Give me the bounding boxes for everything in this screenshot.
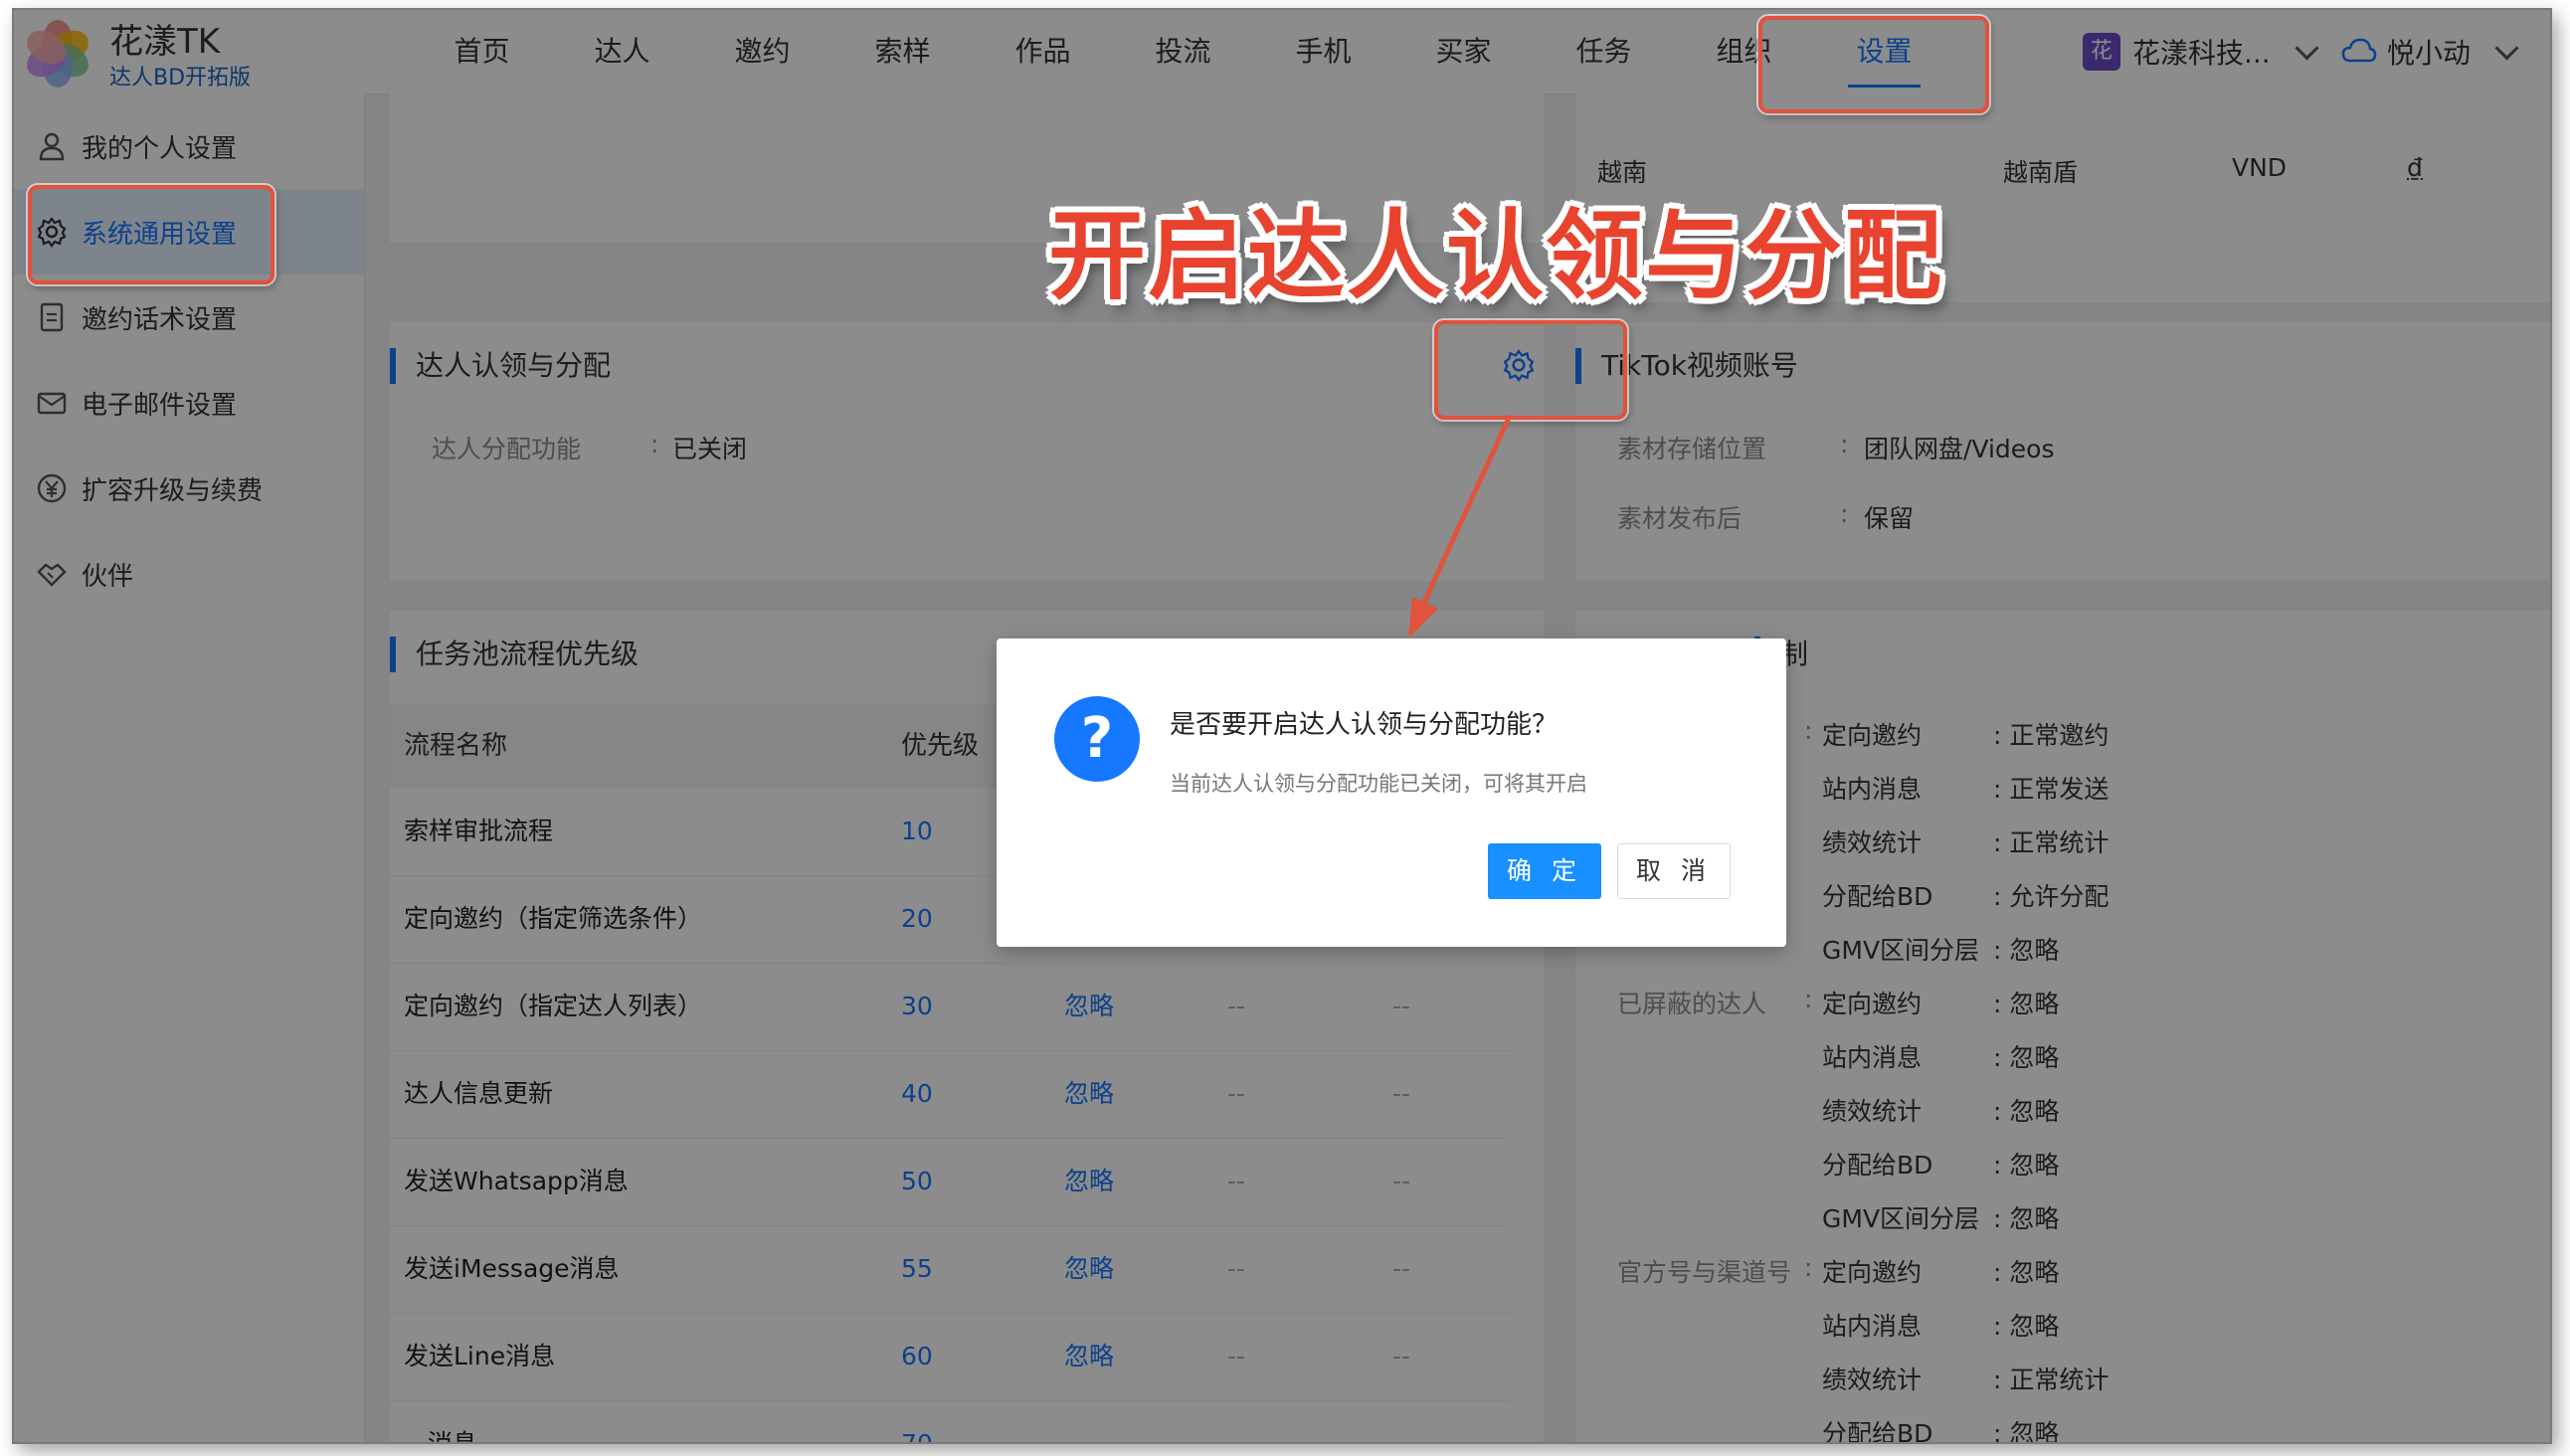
confirm-button[interactable]: 确 定 <box>1488 843 1601 899</box>
annotation-callout: 开启达人认领与分配 <box>1048 200 1944 313</box>
dialog-title: 是否要开启达人认领与分配功能？ <box>1170 710 1559 740</box>
app-window: 花漾TK 达人BD开拓版 首页 达人 邀约 索样 作品 投流 手机 买家 任务 … <box>12 8 2552 1444</box>
highlight-gear <box>1434 320 1627 420</box>
highlight-system-settings <box>28 185 275 284</box>
confirm-dialog: ? 是否要开启达人认领与分配功能？ 当前达人认领与分配功能已关闭，可将其开启 确… <box>997 638 1786 947</box>
highlight-settings-nav <box>1758 16 1989 113</box>
question-icon: ? <box>1054 696 1140 782</box>
annotation-arrow <box>1408 414 1513 638</box>
dialog-description: 当前达人认领与分配功能已关闭，可将其开启 <box>1170 772 1587 796</box>
cancel-button[interactable]: 取 消 <box>1617 843 1731 899</box>
